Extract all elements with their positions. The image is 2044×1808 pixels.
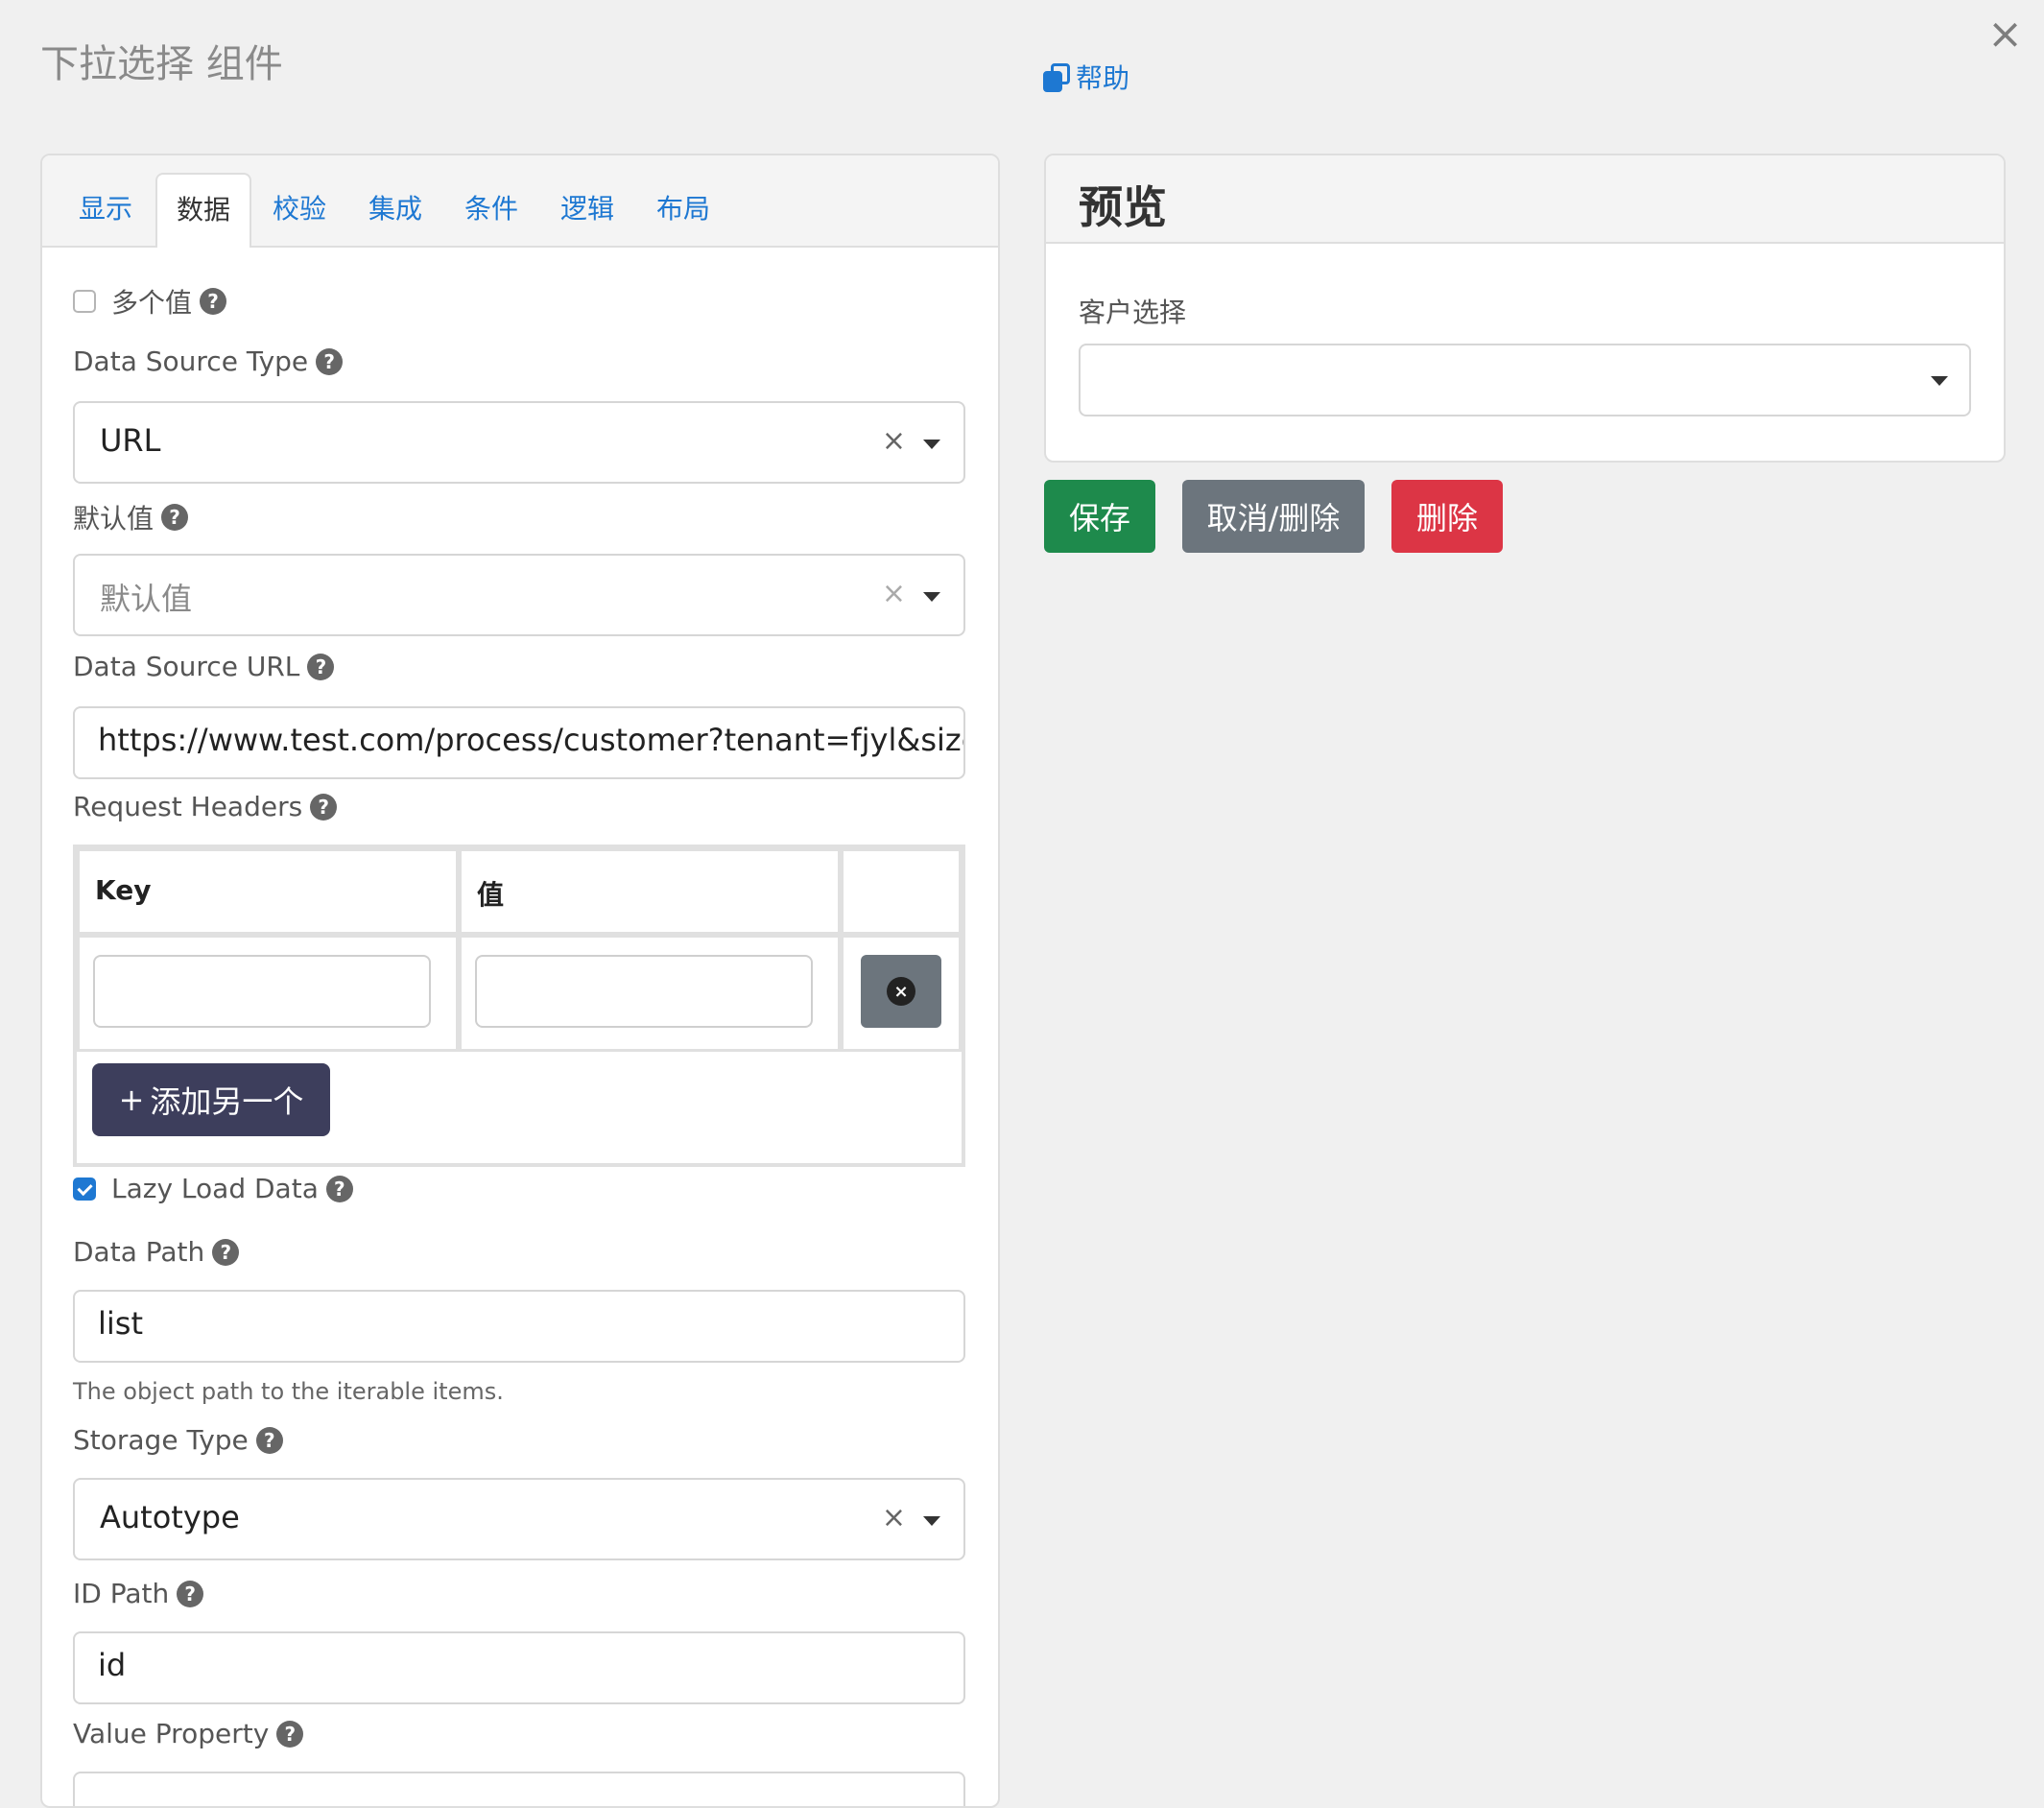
plus-icon: + (118, 1082, 145, 1118)
data-source-url-label: Data Source URL (73, 651, 300, 682)
table-row (459, 935, 841, 1052)
request-headers-table: Key 值 × + 添加另一个 (73, 845, 965, 1167)
settings-panel: 显示 数据 校验 集成 条件 逻辑 布局 多个值 ? Data Source T… (40, 154, 1000, 1808)
tab-conditions[interactable]: 条件 (464, 188, 518, 226)
data-path-label-row: Data Path ? (73, 1236, 240, 1268)
tab-bar: 显示 数据 校验 集成 条件 逻辑 布局 (42, 155, 998, 248)
default-value-label-row: 默认值 ? (73, 498, 189, 536)
save-button[interactable]: 保存 (1044, 480, 1155, 553)
clear-icon[interactable]: × (882, 424, 906, 458)
request-headers-label-row: Request Headers ? (73, 791, 338, 822)
help-label: 帮助 (1076, 62, 1130, 94)
multiple-values-row: 多个值 ? (73, 282, 227, 321)
table-row (77, 935, 459, 1052)
dialog-title: 下拉选择 组件 (40, 42, 283, 86)
data-source-type-select[interactable]: URL × (73, 401, 965, 484)
add-another-label: 添加另一个 (150, 1083, 304, 1120)
data-path-input[interactable]: list (73, 1290, 965, 1363)
help-tooltip-icon[interactable]: ? (200, 288, 227, 315)
chevron-down-icon (923, 1516, 940, 1526)
storage-type-label-row: Storage Type ? (73, 1424, 283, 1456)
lazy-load-label: Lazy Load Data (111, 1173, 319, 1204)
help-tooltip-icon[interactable]: ? (212, 1238, 240, 1266)
default-value-placeholder: 默认值 (100, 581, 193, 617)
help-tooltip-icon[interactable]: ? (307, 653, 335, 680)
request-headers-label: Request Headers (73, 791, 303, 822)
chevron-down-icon (923, 592, 940, 602)
id-path-input[interactable]: id (73, 1631, 965, 1704)
chevron-down-icon (1931, 376, 1948, 386)
customer-select[interactable] (1079, 344, 1971, 416)
header-cell-actions (841, 848, 962, 935)
preview-title: 预览 (1079, 181, 1167, 233)
tab-display[interactable]: 显示 (79, 188, 132, 226)
default-value-select[interactable]: 默认值 × (73, 554, 965, 636)
id-path-label-row: ID Path ? (73, 1578, 204, 1609)
tab-data[interactable]: 数据 (155, 173, 252, 248)
storage-type-select[interactable]: Autotype × (73, 1478, 965, 1560)
help-tooltip-icon[interactable]: ? (325, 1175, 353, 1202)
header-value-input[interactable] (475, 955, 813, 1028)
delete-button[interactable]: 删除 (1391, 480, 1503, 553)
copy-icon (1043, 63, 1070, 92)
help-tooltip-icon[interactable]: ? (255, 1426, 283, 1454)
data-source-type-value: URL (100, 422, 161, 459)
tab-validation[interactable]: 校验 (273, 188, 326, 226)
default-value-label: 默认值 (73, 503, 154, 535)
cancel-button[interactable]: 取消/删除 (1182, 480, 1365, 553)
table-row: × (841, 935, 962, 1052)
storage-type-value: Autotype (100, 1499, 240, 1535)
header-cell-value: 值 (459, 848, 841, 935)
value-column-header: 值 (477, 879, 505, 911)
id-path-label: ID Path (73, 1578, 170, 1609)
remove-row-button[interactable]: × (861, 955, 941, 1028)
help-tooltip-icon[interactable]: ? (161, 504, 189, 531)
preview-field-label: 客户选择 (1079, 297, 1187, 328)
header-cell-key: Key (77, 848, 459, 935)
multiple-values-checkbox[interactable] (73, 290, 96, 313)
data-source-type-label-row: Data Source Type ? (73, 345, 344, 377)
data-source-url-input[interactable]: https://www.test.com/process/customer?te… (73, 706, 965, 779)
tab-integration[interactable]: 集成 (368, 188, 422, 226)
multiple-values-label: 多个值 (111, 287, 193, 319)
header-key-input[interactable] (93, 955, 431, 1028)
clear-icon[interactable]: × (882, 577, 906, 610)
preview-header (1046, 155, 2004, 244)
add-another-button[interactable]: + 添加另一个 (92, 1063, 330, 1136)
chevron-down-icon (923, 440, 940, 449)
value-property-label-row: Value Property ? (73, 1718, 304, 1749)
key-column-header: Key (95, 874, 152, 906)
tab-layout[interactable]: 布局 (656, 188, 710, 226)
storage-type-label: Storage Type (73, 1424, 249, 1456)
data-source-url-label-row: Data Source URL ? (73, 651, 335, 682)
lazy-load-row: Lazy Load Data ? (73, 1173, 353, 1204)
data-path-hint: The object path to the iterable items. (73, 1378, 504, 1405)
help-tooltip-icon[interactable]: ? (310, 793, 338, 821)
data-path-label: Data Path (73, 1236, 205, 1268)
close-circle-icon: × (887, 977, 915, 1006)
value-property-input[interactable] (73, 1772, 965, 1806)
value-property-label: Value Property (73, 1718, 270, 1749)
lazy-load-checkbox[interactable] (73, 1177, 96, 1201)
help-link[interactable]: 帮助 (1043, 58, 1129, 96)
help-tooltip-icon[interactable]: ? (177, 1580, 204, 1607)
clear-icon[interactable]: × (882, 1501, 906, 1534)
help-tooltip-icon[interactable]: ? (316, 347, 344, 375)
preview-panel: 预览 客户选择 (1044, 154, 2006, 463)
help-tooltip-icon[interactable]: ? (276, 1720, 304, 1748)
tab-logic[interactable]: 逻辑 (560, 188, 614, 226)
data-source-type-label: Data Source Type (73, 345, 309, 377)
close-icon[interactable]: × (1987, 13, 2023, 56)
